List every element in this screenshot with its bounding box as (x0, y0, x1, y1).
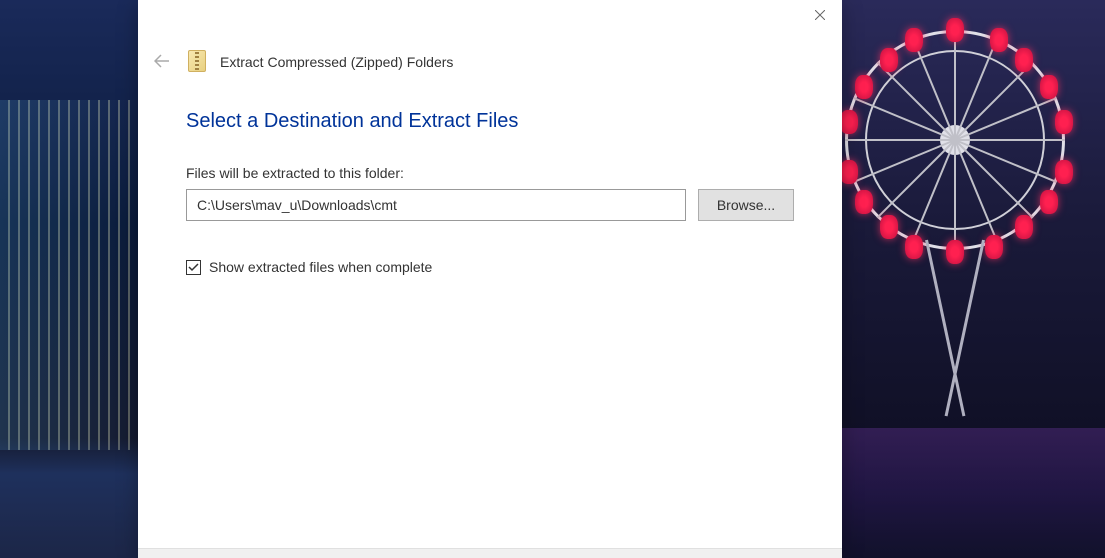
dialog-title: Extract Compressed (Zipped) Folders (220, 54, 453, 70)
close-icon (815, 10, 825, 20)
extract-zip-dialog: Extract Compressed (Zipped) Folders Sele… (138, 0, 842, 558)
show-files-checkbox[interactable] (186, 260, 201, 275)
desktop-bg-left (0, 0, 138, 558)
destination-path-input[interactable] (186, 189, 686, 221)
dialog-header: Extract Compressed (Zipped) Folders (138, 44, 842, 80)
back-button (148, 48, 176, 77)
water-reflection (842, 428, 1105, 558)
ferris-wheel-decoration (845, 30, 1065, 250)
dialog-titlebar (138, 0, 842, 44)
checkmark-icon (188, 262, 199, 273)
dialog-footer (138, 548, 842, 558)
desktop-bg-right (842, 0, 1105, 558)
browse-button[interactable]: Browse... (698, 189, 794, 221)
zip-folder-icon (188, 50, 208, 74)
show-files-checkbox-label[interactable]: Show extracted files when complete (209, 259, 432, 275)
show-files-checkbox-row: Show extracted files when complete (186, 259, 794, 275)
path-input-row: Browse... (186, 189, 794, 221)
back-arrow-icon (154, 54, 170, 68)
ferris-support (925, 240, 985, 420)
dialog-content: Select a Destination and Extract Files F… (138, 80, 842, 295)
close-button[interactable] (797, 0, 842, 30)
path-field-label: Files will be extracted to this folder: (186, 165, 794, 181)
page-heading: Select a Destination and Extract Files (186, 110, 794, 133)
